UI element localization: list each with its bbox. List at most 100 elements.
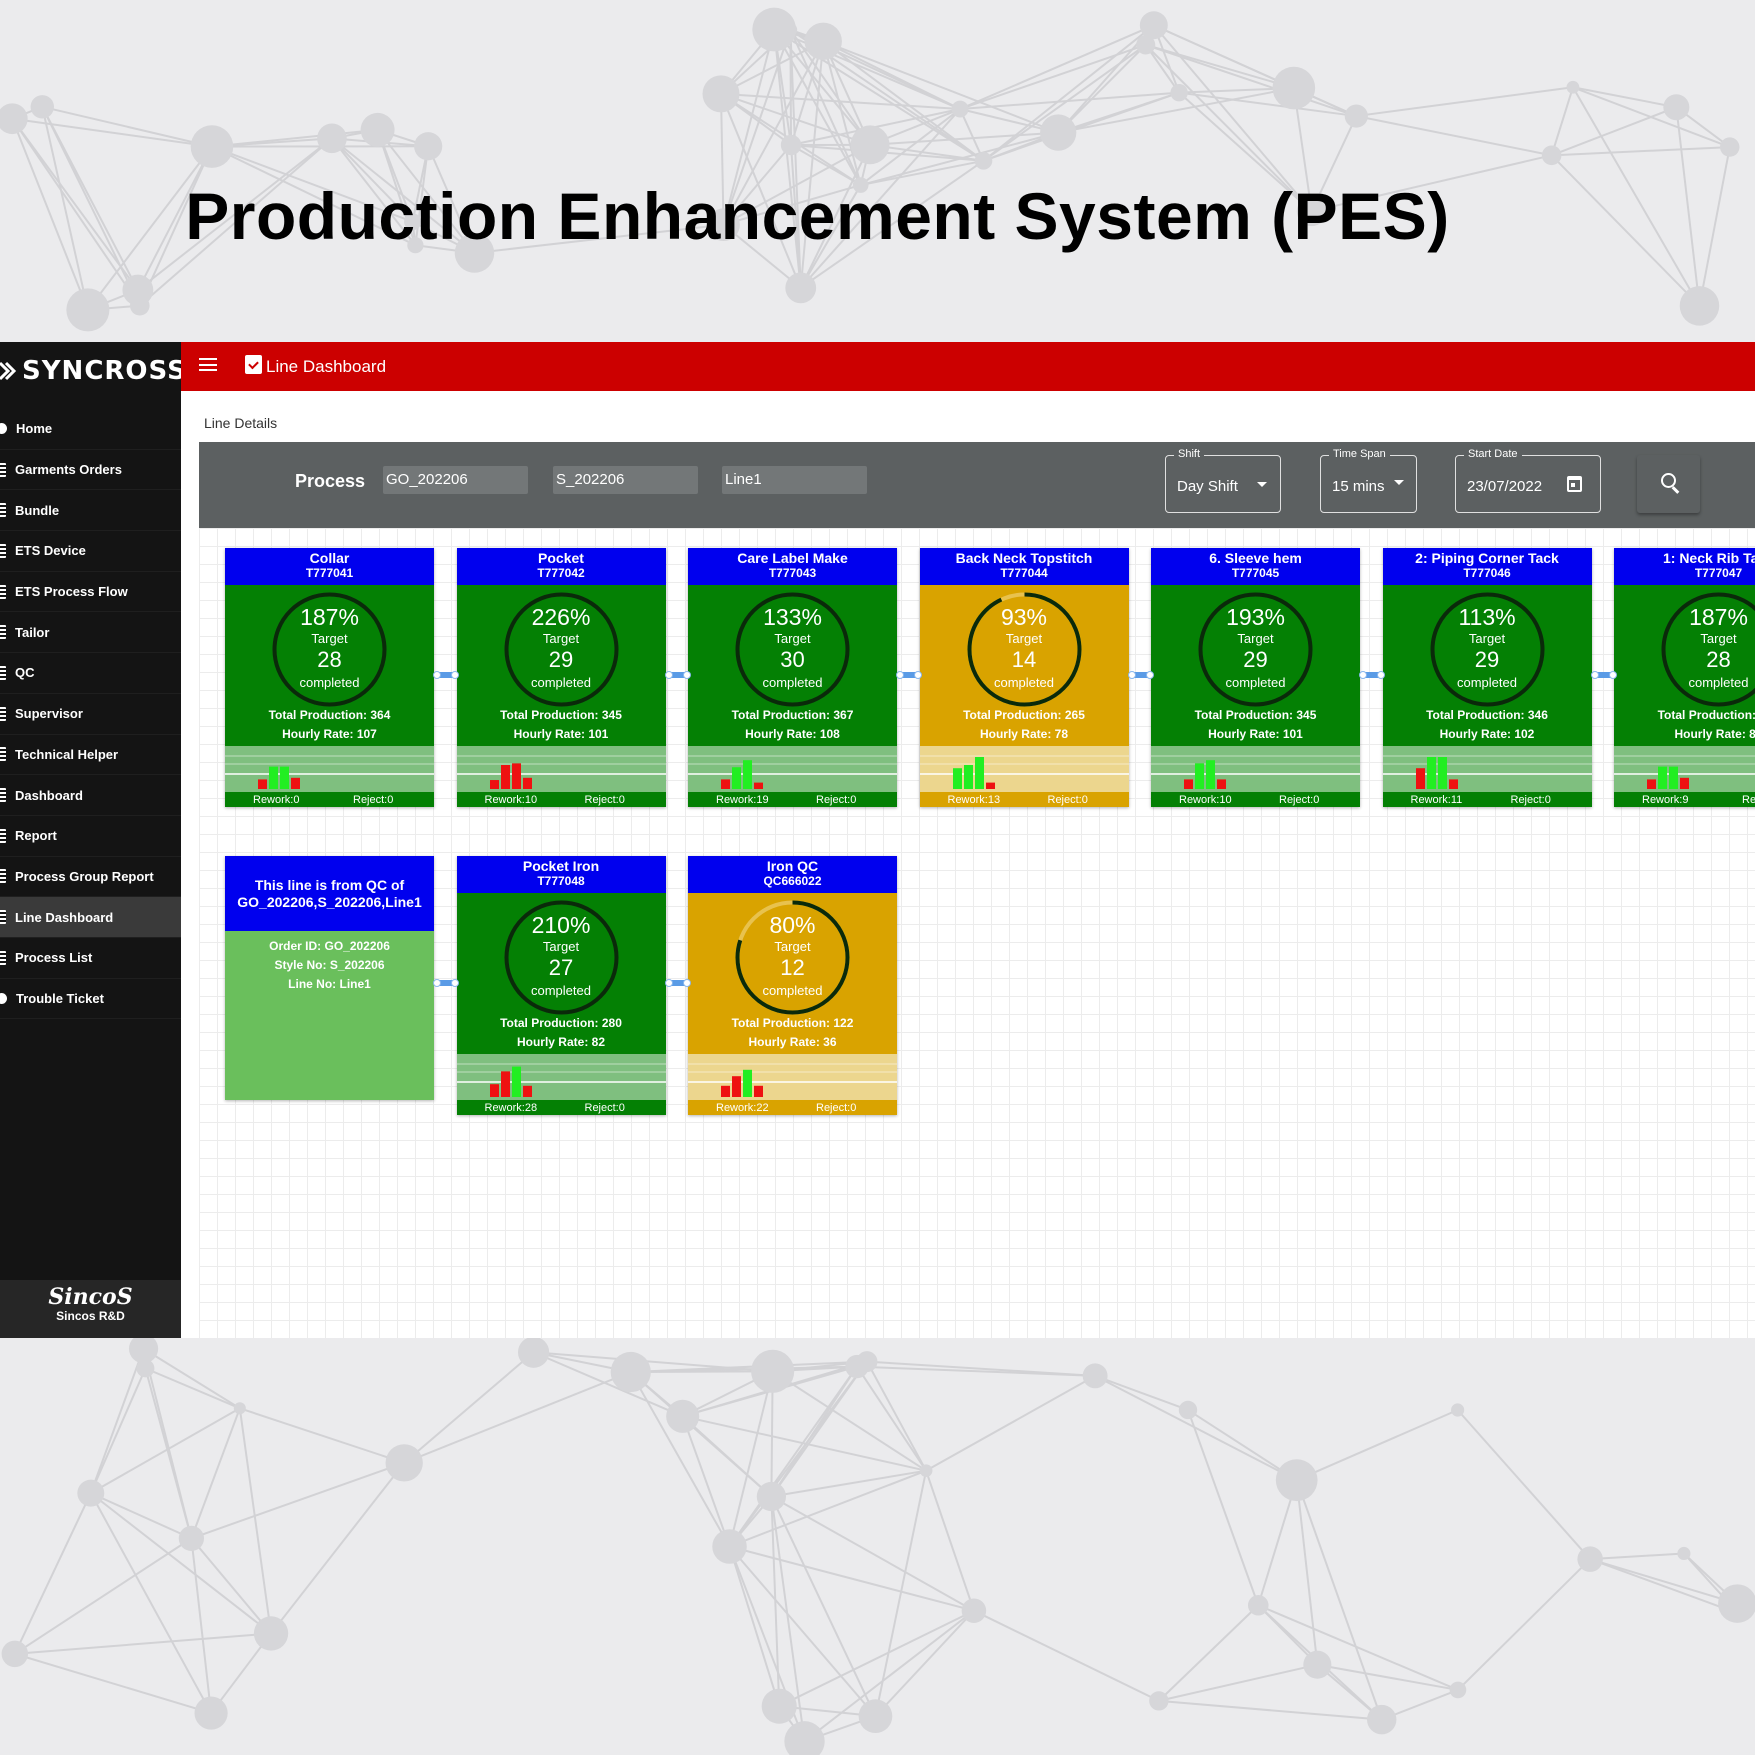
shift-select[interactable]: Shift Day Shift	[1165, 448, 1281, 513]
process-node[interactable]: Collar T777041 187% Target 28 completed Total …	[225, 548, 434, 807]
target-label: Target	[1700, 631, 1737, 646]
topbar: Line Dashboard	[181, 342, 1755, 391]
line-field[interactable]: Line1	[722, 466, 867, 494]
sidebar-item-dashboard[interactable]: Dashboard	[0, 775, 181, 816]
hamburger-menu-icon[interactable]	[199, 358, 217, 372]
rework-label: Rework:	[484, 1102, 525, 1114]
sidebar-item-process-list[interactable]: Process List	[0, 938, 181, 979]
flow-connector[interactable]	[896, 669, 922, 681]
reject-count: Reject:0	[1742, 794, 1755, 806]
rework-count: Rework:0	[253, 794, 299, 806]
target-label: Target	[1237, 631, 1274, 646]
process-node[interactable]: 6. Sleeve hem T777045 193% Target 29 complete…	[1151, 548, 1360, 807]
search-button[interactable]	[1637, 455, 1700, 513]
nav-item-icon	[0, 950, 6, 965]
reject-label: Reject:	[584, 794, 619, 806]
process-code: T777042	[537, 566, 585, 580]
rework-value: 10	[524, 794, 538, 806]
flow-connector[interactable]	[433, 977, 459, 989]
hourly-rate-value: 82	[1749, 727, 1755, 741]
hourly-rate-label: Hourly Rate:	[748, 1035, 820, 1049]
rework-count: Rework:22	[716, 1102, 769, 1114]
completed-label: completed	[994, 675, 1054, 690]
sidebar-item-label: Garments Orders	[15, 462, 122, 478]
sidebar-item-label: Home	[16, 421, 53, 437]
rework-label: Rework:	[947, 794, 988, 806]
total-production: Total Production: 346	[1614, 708, 1755, 722]
sidebar-item-garments-orders[interactable]: Garments Orders	[0, 450, 181, 491]
process-header: Iron QC QC666022	[688, 856, 897, 893]
total-production: Total Production: 280	[457, 1016, 666, 1030]
chart-bar	[1426, 757, 1436, 789]
sidebar-item-tailor[interactable]: Tailor	[0, 612, 181, 654]
reject-value: 0	[1081, 794, 1088, 806]
sincos-caption: Sincos R&D	[56, 1309, 125, 1323]
chart-bar	[732, 1076, 741, 1097]
process-node[interactable]: Pocket Iron T777048 210% Target 27 completed T…	[456, 856, 666, 1115]
process-name: Iron QC	[766, 858, 819, 874]
nav-item-icon	[0, 665, 6, 680]
sidebar-item-ets-process-flow[interactable]: ETS Process Flow	[0, 572, 181, 613]
reject-value: 0	[618, 1102, 625, 1114]
process-node[interactable]: 2: Piping Corner Tack T777046 113% Target 29…	[1382, 548, 1592, 807]
sidebar-nav: Home Garments Orders Bundle ETS Device ETS P…	[0, 409, 181, 1020]
start-date-label: Start Date	[1464, 448, 1522, 460]
sidebar-item-bundle[interactable]: Bundle	[0, 490, 181, 532]
reject-value: 0	[850, 1102, 857, 1114]
nav-item-icon	[0, 828, 6, 843]
reject-count: Reject:0	[816, 1102, 856, 1114]
flow-connector[interactable]	[664, 977, 691, 989]
sidebar-item-technical-helper[interactable]: Technical Helper	[0, 735, 181, 776]
rework-label: Rework:	[484, 794, 525, 806]
style-field[interactable]: S_202206	[553, 466, 698, 494]
flow-connector[interactable]	[1590, 669, 1617, 681]
sidebar-item-label: Report	[15, 828, 57, 844]
start-date-field[interactable]: Start Date 23/07/2022	[1455, 448, 1601, 513]
completion-percent: 226%	[531, 604, 591, 630]
process-node[interactable]: Pocket T777042 226% Target 29 completed Total …	[456, 548, 666, 807]
process-node[interactable]: Back Neck Topstitch T777044 93% Target 14 com…	[919, 548, 1129, 807]
rework-label: Rework:	[253, 794, 294, 806]
flow-connector[interactable]	[1359, 669, 1385, 681]
completion-percent: 133%	[763, 604, 822, 630]
reject-label: Reject:	[584, 1102, 619, 1114]
flow-connector[interactable]	[1127, 669, 1154, 681]
target-value: 28	[1706, 647, 1731, 672]
sidebar-item-line-dashboard[interactable]: Line Dashboard	[0, 897, 181, 938]
sidebar-item-ets-device[interactable]: ETS Device	[0, 531, 181, 572]
flow-connector[interactable]	[433, 669, 459, 681]
reject-label: Reject:	[816, 1102, 851, 1114]
timespan-select[interactable]: Time Span 15 mins	[1320, 448, 1417, 513]
shift-value: Day Shift	[1177, 478, 1238, 495]
rework-value: 0	[293, 794, 300, 806]
order-field[interactable]: GO_202206	[383, 466, 528, 494]
sidebar-item-trouble-ticket[interactable]: Trouble Ticket	[0, 979, 181, 1020]
hourly-rate-value: 101	[1282, 727, 1303, 741]
reject-label: Reject:	[353, 794, 388, 806]
chart-bar	[963, 765, 973, 789]
process-code: T777048	[537, 874, 585, 888]
hourly-rate: Hourly Rate: 101	[1151, 727, 1360, 741]
process-node[interactable]: Care Label Make T777043 133% Target 30 comple…	[688, 548, 897, 807]
total-production-value: 345	[1296, 708, 1317, 722]
calendar-icon[interactable]	[1567, 476, 1582, 492]
chart-bar	[269, 766, 278, 789]
sidebar-item-supervisor[interactable]: Supervisor	[0, 694, 181, 735]
sidebar-item-qc[interactable]: QC	[0, 653, 181, 694]
reject-value: 0	[1313, 794, 1320, 806]
sidebar-item-process-group-report[interactable]: Process Group Report	[0, 857, 181, 898]
sidebar-item-report[interactable]: Report	[0, 816, 181, 857]
flow-connector[interactable]	[664, 669, 691, 681]
process-name: 1: Neck Rib Tack	[1662, 550, 1755, 566]
qc-source-node[interactable]: This line is from QC of GO_202206,S_2022…	[225, 856, 434, 1100]
process-node[interactable]: Iron QC QC666022 80% Target 12 completed Total…	[688, 856, 897, 1115]
mini-bar-chart	[688, 1054, 897, 1100]
chart-bar	[1647, 779, 1656, 789]
rework-value: 13	[987, 794, 1001, 806]
sidebar-item-label: Dashboard	[15, 787, 83, 803]
reject-label: Reject:	[1510, 794, 1545, 806]
sidebar-item-home[interactable]: Home	[0, 409, 181, 450]
process-node[interactable]: 1: Neck Rib TackT777047 187%Target28 compl…	[1614, 548, 1755, 807]
hourly-rate: Hourly Rate: 82	[457, 1035, 666, 1049]
sidebar-item-label: Technical Helper	[15, 746, 119, 762]
